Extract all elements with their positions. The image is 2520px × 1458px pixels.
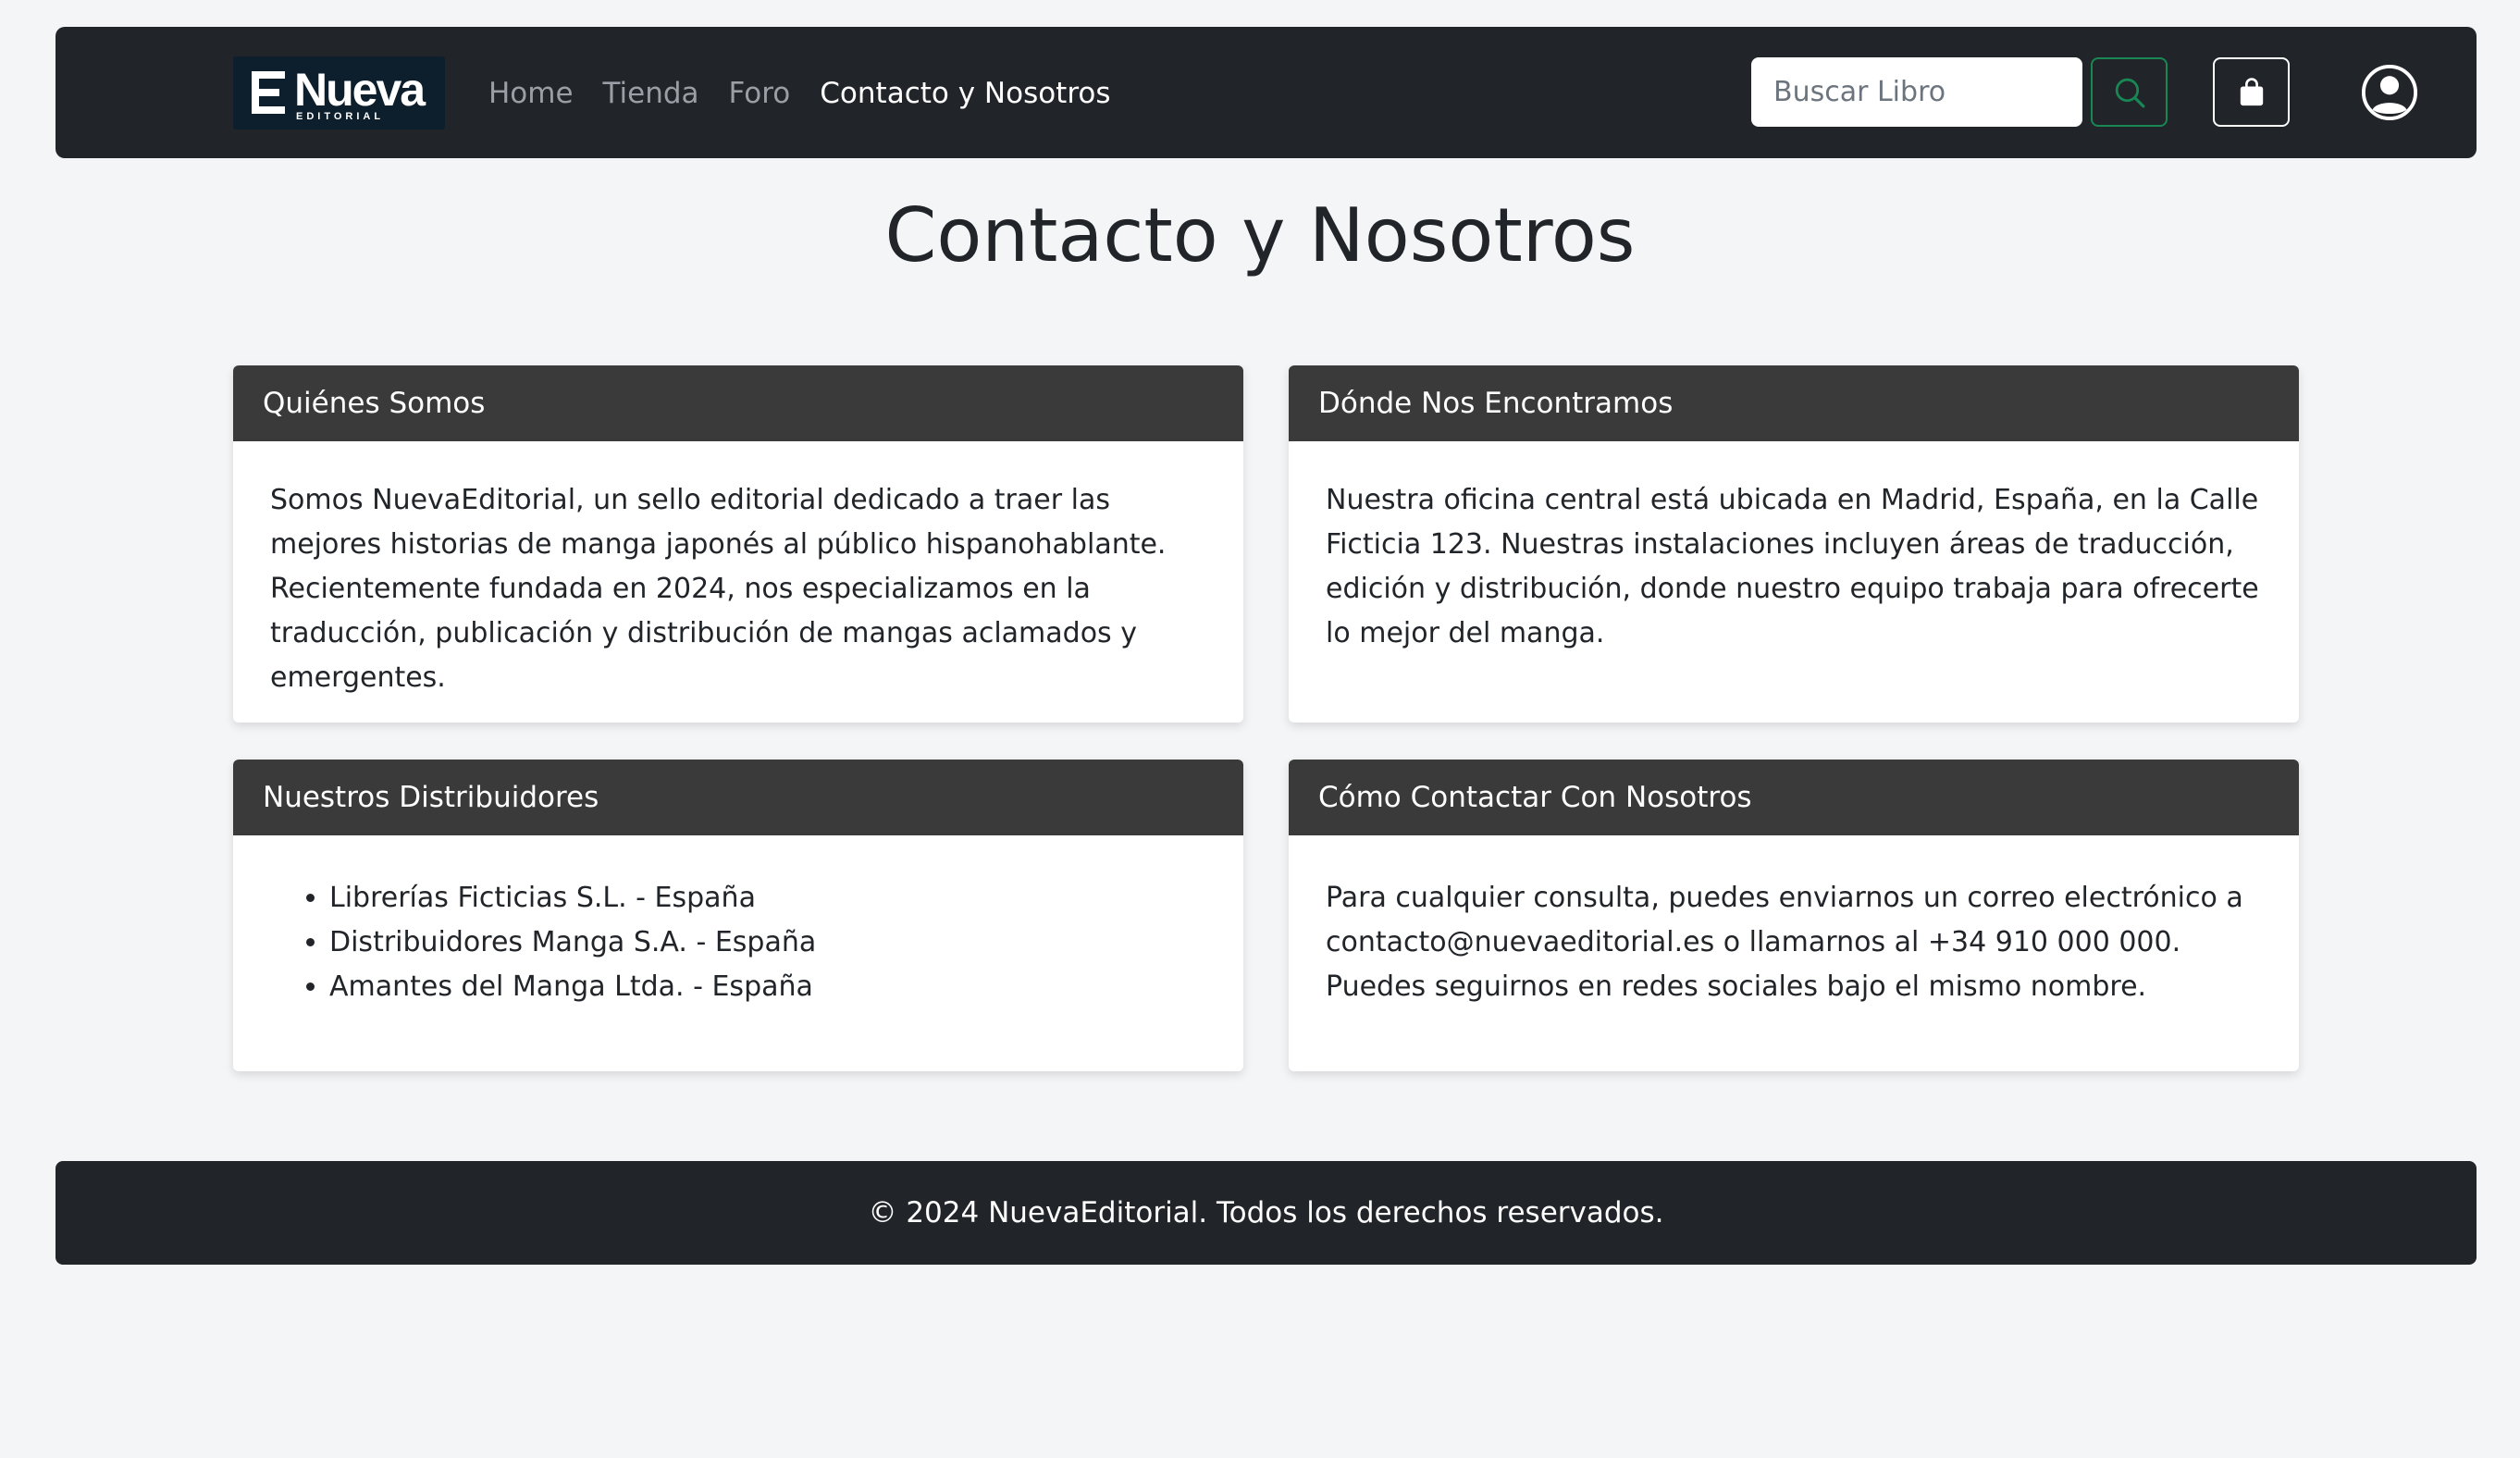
contact-text: Para cualquier consulta, puedes enviarno… — [1326, 882, 2243, 1003]
list-item: Distribuidores Manga S.A. - España — [329, 921, 1206, 965]
cart-button[interactable] — [2213, 57, 2290, 127]
card-body-distributors: Librerías Ficticias S.L. - España Distri… — [233, 835, 1243, 1046]
search-button[interactable] — [2091, 57, 2168, 127]
location-text: Nuestra oficina central está ubicada en … — [1326, 484, 2259, 649]
logo-mark-icon — [252, 71, 285, 114]
card-header-location: Dónde Nos Encontramos — [1289, 365, 2299, 441]
card-body-about: Somos NuevaEditorial, un sello editorial… — [233, 441, 1243, 723]
list-item: Amantes del Manga Ltda. - España — [329, 965, 1206, 1009]
card-location: Dónde Nos Encontramos Nuestra oficina ce… — [1289, 365, 2299, 723]
brand-logo[interactable]: Nueva EDITORIAL — [233, 56, 445, 130]
card-body-contact: Para cualquier consulta, puedes enviarno… — [1289, 835, 2299, 1046]
nav-links: Home Tienda Foro Contacto y Nosotros — [488, 68, 1141, 119]
nav-link-foro[interactable]: Foro — [729, 77, 791, 110]
card-body-location: Nuestra oficina central está ubicada en … — [1289, 441, 2299, 693]
logo-subtitle: EDITORIAL — [296, 111, 385, 122]
nav-link-home[interactable]: Home — [488, 77, 574, 110]
user-circle-icon — [2361, 64, 2418, 121]
card-about: Quiénes Somos Somos NuevaEditorial, un s… — [233, 365, 1243, 723]
card-header-distributors: Nuestros Distribuidores — [233, 760, 1243, 835]
card-distributors: Nuestros Distribuidores Librerías Fictic… — [233, 760, 1243, 1071]
nav-link-contacto[interactable]: Contacto y Nosotros — [820, 77, 1110, 110]
navbar: Nueva EDITORIAL Home Tienda Foro Contact… — [56, 27, 2477, 158]
shopping-bag-icon — [2240, 77, 2263, 105]
page-title: Contacto y Nosotros — [884, 192, 1636, 278]
logo-wordmark: Nueva — [294, 64, 426, 116]
footer: © 2024 NuevaEditorial. Todos los derecho… — [56, 1161, 2477, 1265]
card-header-contact: Cómo Contactar Con Nosotros — [1289, 760, 2299, 835]
card-contact: Cómo Contactar Con Nosotros Para cualqui… — [1289, 760, 2299, 1071]
about-text: Somos NuevaEditorial, un sello editorial… — [270, 484, 1167, 694]
card-header-about: Quiénes Somos — [233, 365, 1243, 441]
user-account-button[interactable] — [2359, 62, 2420, 123]
footer-copyright: © 2024 NuevaEditorial. Todos los derecho… — [868, 1196, 1664, 1229]
nav-link-tienda[interactable]: Tienda — [603, 77, 699, 110]
search-input[interactable] — [1751, 57, 2082, 127]
distributors-list: Librerías Ficticias S.L. - España Distri… — [270, 876, 1206, 1009]
search-icon — [2115, 78, 2144, 107]
list-item: Librerías Ficticias S.L. - España — [329, 876, 1206, 921]
